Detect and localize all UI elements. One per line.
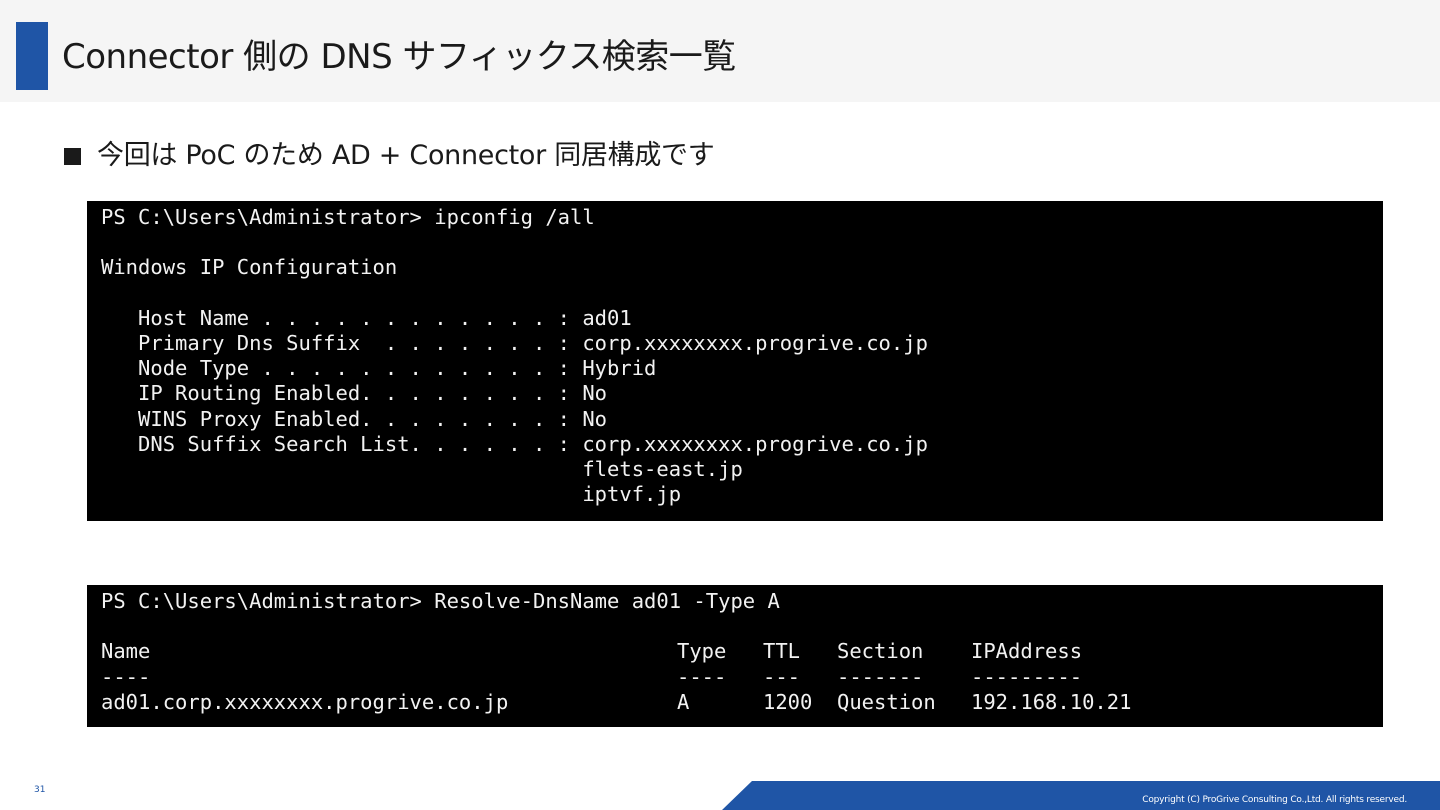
terminal-line: iptvf.jp bbox=[101, 482, 682, 507]
dns-separator: --- bbox=[763, 664, 801, 689]
bullet-text: 今回は PoC のため AD + Connector 同居構成です bbox=[97, 140, 715, 171]
dns-header-ipaddress: IPAddress bbox=[971, 639, 1083, 664]
dns-separator: ------- bbox=[837, 664, 924, 689]
dns-header-name: Name bbox=[101, 639, 151, 664]
dns-cell-ipaddress: 192.168.10.21 bbox=[971, 689, 1132, 714]
dns-header-type: Type bbox=[677, 639, 727, 664]
bullet-point: 今回は PoC のため AD + Connector 同居構成です bbox=[64, 136, 715, 176]
dns-cell-type: A bbox=[677, 689, 690, 714]
dns-table-separator-row: ---- ---- --- ------- --------- bbox=[101, 665, 1383, 690]
dns-cell-name: ad01.corp.xxxxxxxx.progrive.co.jp bbox=[101, 689, 509, 714]
dns-header-ttl: TTL bbox=[763, 639, 801, 664]
dns-header-section: Section bbox=[837, 639, 924, 664]
terminal-line: Primary Dns Suffix . . . . . . . : corp.… bbox=[101, 330, 928, 355]
terminal-command-line: PS C:\Users\Administrator> Resolve-DnsNa… bbox=[101, 589, 780, 613]
terminal-line: Windows IP Configuration bbox=[101, 255, 398, 280]
dns-cell-section: Question bbox=[837, 689, 936, 714]
terminal-line: flets-east.jp bbox=[101, 456, 743, 481]
dns-separator: ---- bbox=[101, 664, 151, 689]
copyright-notice: Copyright (C) ProGrive Consulting Co.,Lt… bbox=[1142, 795, 1407, 805]
page-number: 31 bbox=[34, 785, 46, 795]
slide-title: Connector 側の DNS サフィックス検索一覧 bbox=[62, 37, 736, 77]
dns-separator: ---- bbox=[677, 664, 727, 689]
resolve-dnsname-terminal-output: PS C:\Users\Administrator> Resolve-DnsNa… bbox=[87, 585, 1383, 727]
dns-table-header-row: Name Type TTL Section IPAddress bbox=[101, 639, 1383, 664]
terminal-line: Host Name . . . . . . . . . . . . : ad01 bbox=[101, 305, 632, 330]
terminal-line: IP Routing Enabled. . . . . . . . : No bbox=[101, 381, 608, 406]
terminal-line: DNS Suffix Search List. . . . . . : corp… bbox=[101, 431, 928, 456]
title-accent-bar bbox=[16, 22, 48, 90]
terminal-line: Node Type . . . . . . . . . . . . : Hybr… bbox=[101, 356, 657, 381]
dns-table-row: ad01.corp.xxxxxxxx.progrive.co.jp A 1200… bbox=[101, 690, 1383, 715]
square-bullet-icon bbox=[64, 147, 81, 165]
dns-cell-ttl: 1200 bbox=[763, 689, 813, 714]
ipconfig-terminal-output: PS C:\Users\Administrator> ipconfig /all… bbox=[87, 201, 1383, 521]
terminal-line: PS C:\Users\Administrator> ipconfig /all bbox=[101, 205, 595, 229]
terminal-line: WINS Proxy Enabled. . . . . . . . : No bbox=[101, 406, 608, 431]
dns-separator: --------- bbox=[971, 664, 1083, 689]
